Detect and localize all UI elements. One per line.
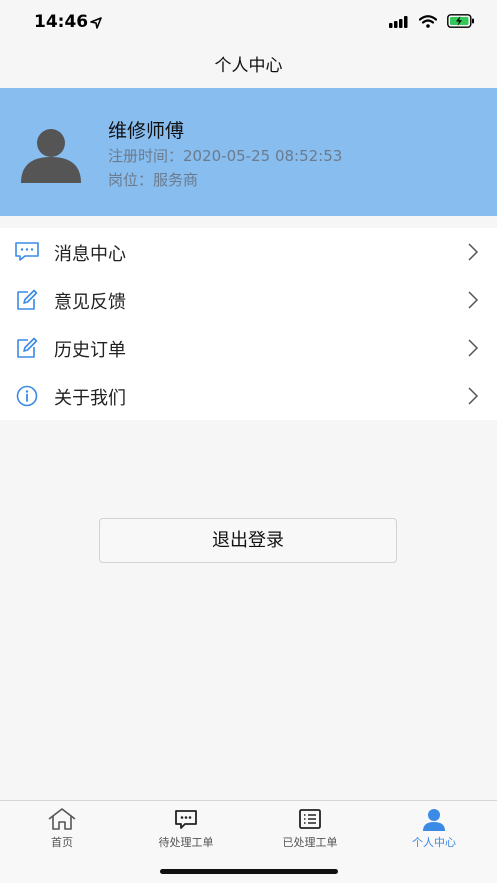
menu-item-feedback[interactable]: 意见反馈 [0, 276, 497, 324]
chevron-right-icon [467, 386, 479, 406]
profile-name: 维修师傅 [108, 120, 185, 142]
status-time: 14:46 [34, 12, 89, 32]
edit-icon [14, 336, 40, 360]
menu-item-about[interactable]: 关于我们 [0, 372, 497, 420]
nav-bar: 个人中心 [0, 44, 497, 88]
profile-registration-time: 注册时间：2020-05-25 08:52:53 [108, 147, 343, 165]
menu-list: 消息中心 意见反馈 历史订单 关于我们 [0, 228, 497, 420]
tab-profile[interactable]: 个人中心 [372, 807, 496, 851]
menu-item-label: 意见反馈 [54, 292, 126, 313]
wifi-icon [418, 13, 438, 32]
edit-icon [14, 288, 40, 312]
page-title: 个人中心 [214, 56, 283, 76]
battery-charging-icon [447, 13, 475, 32]
profile-role: 岗位：服务商 [108, 171, 199, 189]
tab-label: 已处理工单 [282, 836, 338, 849]
profile-card: 维修师傅 注册时间：2020-05-25 08:52:53 岗位：服务商 [0, 88, 497, 216]
location-arrow-icon [90, 14, 102, 33]
tab-label: 首页 [51, 836, 73, 849]
status-indicators [389, 13, 475, 32]
menu-item-label: 关于我们 [54, 388, 126, 409]
tab-pending-orders[interactable]: 待处理工单 [124, 807, 248, 851]
menu-item-order-history[interactable]: 历史订单 [0, 324, 497, 372]
person-icon [423, 809, 445, 831]
menu-item-label: 消息中心 [54, 244, 126, 265]
chevron-right-icon [467, 290, 479, 310]
signal-icon [389, 13, 409, 32]
logout-button[interactable]: 退出登录 [99, 518, 397, 563]
tab-processed-orders[interactable]: 已处理工单 [248, 807, 372, 851]
home-icon [48, 808, 76, 830]
chat-icon [175, 810, 197, 829]
tab-label: 待处理工单 [158, 836, 214, 849]
info-icon [14, 384, 40, 408]
user-avatar-icon [21, 129, 81, 183]
chevron-right-icon [467, 242, 479, 262]
menu-item-messages[interactable]: 消息中心 [0, 228, 497, 276]
status-bar: 14:46 [0, 0, 497, 44]
list-icon [299, 809, 321, 829]
avatar [20, 121, 82, 183]
tab-label: 个人中心 [412, 836, 456, 849]
home-indicator [160, 869, 338, 874]
tab-home[interactable]: 首页 [0, 807, 124, 851]
menu-item-label: 历史订单 [54, 340, 126, 361]
message-icon [14, 240, 40, 264]
chevron-right-icon [467, 338, 479, 358]
